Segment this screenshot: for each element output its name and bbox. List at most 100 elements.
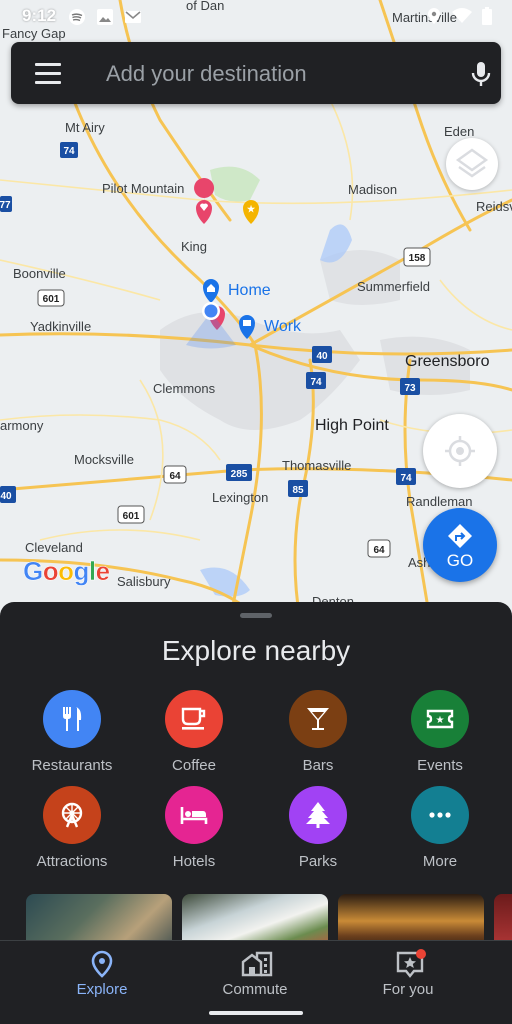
map-label: Salisbury [117, 574, 171, 589]
nav-label: Explore [76, 981, 128, 998]
nav-label: For you [382, 981, 434, 998]
destination-search-input[interactable] [104, 56, 438, 92]
map-label: Mocksville [74, 452, 134, 467]
map-label: High Point [315, 417, 389, 434]
map-label: Thomasville [282, 458, 352, 473]
category-label: Hotels [172, 853, 216, 870]
category-hotels[interactable]: Hotels [132, 786, 256, 870]
svg-text:85: 85 [292, 485, 304, 496]
svg-text:★: ★ [247, 204, 256, 214]
nav-label: Commute [222, 981, 288, 998]
map-label: Pilot Mountain [102, 181, 185, 196]
category-label: Parks [298, 853, 338, 870]
route-shield: 158 [403, 247, 431, 267]
ferris-wheel-icon [61, 802, 83, 828]
category-label: Events [417, 757, 463, 774]
svg-text:77: 77 [0, 200, 11, 211]
route-shield: 40 [312, 346, 332, 363]
home-pin-label[interactable]: Home [228, 282, 271, 300]
bottom-navigation: Explore Commute For you [0, 940, 512, 1005]
map-label: Eden [444, 124, 475, 139]
commute-icon [241, 951, 273, 977]
category-label: Bars [302, 757, 334, 774]
search-bar[interactable] [11, 42, 501, 104]
explore-title: Explore nearby [161, 635, 351, 666]
notification-badge [416, 949, 426, 959]
go-label: GO [446, 551, 474, 570]
map-label: Cleveland [25, 540, 83, 555]
map-label: Clemmons [153, 381, 216, 396]
category-more[interactable]: More [378, 786, 502, 870]
route-shield: 64 [367, 539, 391, 558]
menu-icon[interactable] [35, 63, 61, 84]
status-bar: 9:12 [0, 0, 512, 32]
layers-icon [455, 148, 489, 178]
category-attractions[interactable]: Attractions [10, 786, 134, 870]
nav-commute[interactable]: Commute [170, 941, 340, 1005]
route-shield: 285 [226, 464, 252, 481]
google-logo: Google [23, 556, 111, 587]
saved-place-marker [194, 178, 215, 224]
map-label: Yadkinville [30, 319, 92, 334]
route-shield: 40 [0, 486, 16, 503]
map-label: Boonville [13, 266, 66, 281]
work-pin-label[interactable]: Work [264, 318, 301, 336]
tree-icon [306, 802, 330, 828]
ticket-icon: ★ [426, 709, 454, 729]
svg-text:285: 285 [231, 469, 248, 480]
gmail-icon [125, 11, 141, 23]
work-pin [239, 315, 255, 339]
map-label: Reidsv [476, 199, 512, 214]
gesture-bar [0, 1004, 512, 1024]
route-shield: 85 [288, 480, 308, 497]
route-shield: 601 [117, 505, 145, 524]
category-label: Coffee [172, 757, 216, 774]
svg-text:74: 74 [63, 146, 75, 157]
map-label: Randleman [406, 494, 473, 509]
map-label: Mt Airy [65, 120, 105, 135]
category-bars[interactable]: Bars [256, 690, 380, 774]
category-label: Attractions [36, 853, 108, 870]
bar-icon [307, 708, 329, 730]
route-shield: 77 [0, 196, 12, 212]
route-shield: 64 [163, 465, 187, 484]
route-shield: 74 [60, 142, 78, 158]
map-label: Summerfield [357, 279, 430, 294]
category-coffee[interactable]: Coffee [132, 690, 256, 774]
go-button[interactable]: GO [423, 508, 497, 582]
svg-text:★: ★ [436, 715, 445, 726]
spotify-icon [69, 9, 85, 25]
map-label: Greensboro [405, 353, 490, 370]
route-shield: 73 [400, 378, 420, 395]
explore-sheet[interactable]: Explore nearby Restaurants Coffee Bars ★… [0, 602, 512, 952]
category-parks[interactable]: Parks [256, 786, 380, 870]
wifi-icon [452, 8, 472, 23]
layers-button[interactable] [446, 138, 498, 190]
photos-icon [97, 9, 113, 25]
map-label: Madison [348, 182, 398, 197]
nav-for-you[interactable]: For you [323, 941, 493, 1005]
for-you-icon [396, 949, 426, 978]
svg-text:40: 40 [316, 351, 328, 362]
microphone-icon[interactable] [467, 60, 495, 88]
svg-text:74: 74 [400, 473, 412, 484]
category-restaurants[interactable]: Restaurants [10, 690, 134, 774]
starred-place-marker: ★ [243, 200, 259, 224]
svg-text:74: 74 [310, 377, 322, 388]
map-label: Lexington [212, 490, 269, 505]
more-icon [429, 812, 451, 818]
my-location-button[interactable] [423, 414, 497, 488]
hotel-icon [180, 807, 208, 824]
battery-icon [482, 7, 492, 25]
svg-text:601: 601 [43, 294, 60, 305]
home-pin [203, 279, 219, 303]
restaurant-icon [63, 707, 82, 731]
category-label: Restaurants [31, 757, 113, 774]
map-label: armony [0, 418, 44, 433]
svg-text:40: 40 [0, 491, 12, 502]
nav-explore[interactable]: Explore [17, 941, 187, 1005]
map-label: King [181, 239, 208, 254]
category-events[interactable]: ★ Events [378, 690, 502, 774]
explore-pin-icon [91, 950, 113, 978]
sheet-drag-handle[interactable] [240, 613, 272, 618]
